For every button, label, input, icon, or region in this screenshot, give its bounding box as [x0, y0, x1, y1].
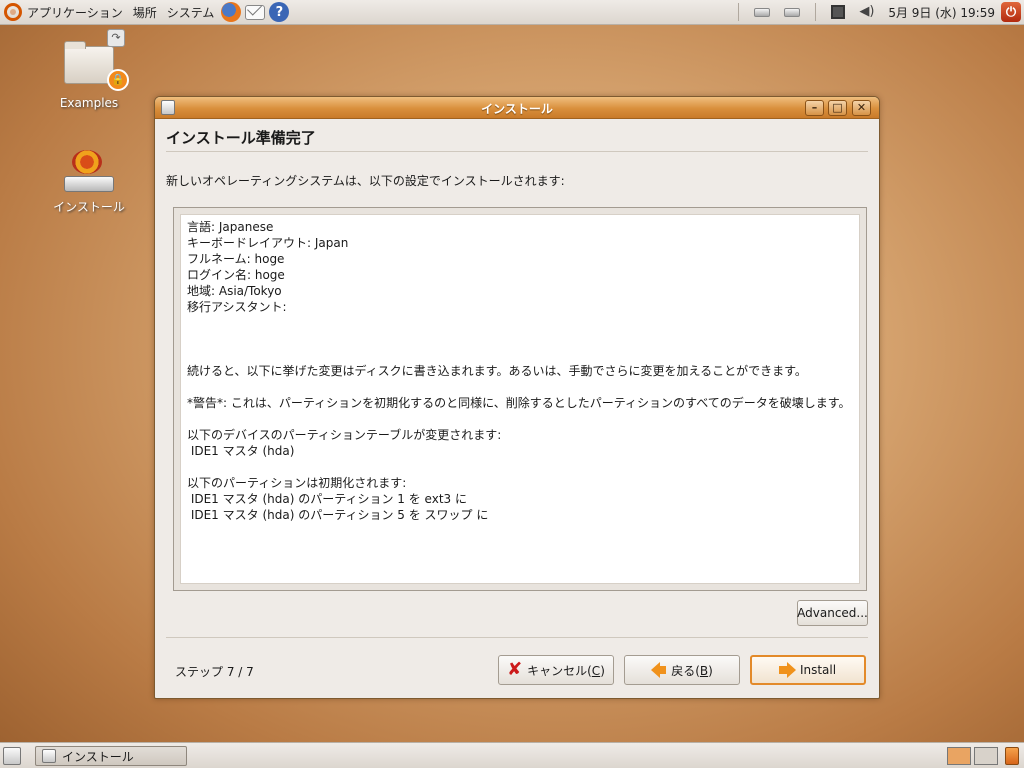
back-button[interactable]: 戻る(B)	[624, 655, 740, 685]
workspace-2[interactable]	[974, 747, 998, 765]
summary-line: ログイン名: hoge	[187, 268, 285, 282]
mail-icon[interactable]	[245, 4, 266, 20]
cancel-label: キャンセル(C)	[527, 663, 605, 678]
network-icon[interactable]	[831, 5, 846, 19]
page-heading: インストール準備完了	[166, 129, 316, 147]
summary-line: 以下のデバイスのパーティションテーブルが変更されます:	[187, 428, 502, 442]
summary-line	[187, 331, 853, 347]
window-titlebar[interactable]: インストール – □ ✕	[155, 97, 879, 119]
forward-arrow-icon	[778, 662, 796, 678]
link-arrow-icon: ↷	[107, 29, 125, 47]
divider	[166, 151, 868, 152]
installer-disc-graphic	[72, 150, 102, 174]
summary-line: 続けると、以下に挙げた変更はディスクに書き込まれます。あるいは、手動でさらに変更…	[187, 364, 807, 378]
workspace-1[interactable]	[947, 747, 971, 765]
minimize-button[interactable]: –	[805, 100, 824, 116]
top-panel: アプリケーション 場所 システム ? ◀) 5月 9日 (水) 19:59 ⏻	[0, 0, 1024, 25]
desktop-icon-label: インストール	[53, 200, 125, 214]
back-arrow-icon	[651, 662, 667, 678]
lock-icon: 🔒	[107, 69, 129, 91]
maximize-button[interactable]: □	[828, 100, 847, 116]
summary-line: フルネーム: hoge	[187, 252, 285, 266]
volume-icon[interactable]: ◀)	[859, 5, 875, 19]
firefox-icon[interactable]	[221, 2, 242, 22]
install-button[interactable]: Install	[750, 655, 866, 685]
installer-drive-graphic	[64, 176, 114, 192]
show-desktop-icon[interactable]	[3, 747, 21, 765]
summary-line: IDE1 マスタ (hda)	[187, 444, 295, 458]
installer-task-icon	[42, 749, 56, 763]
summary-line	[187, 347, 853, 363]
summary-line: IDE1 マスタ (hda) のパーティション 1 を ext3 に	[187, 492, 467, 506]
tray-separator	[738, 3, 740, 21]
summary-line	[187, 379, 853, 395]
menu-applications[interactable]: アプリケーション	[22, 0, 128, 25]
summary-line	[187, 411, 853, 427]
summary-frame: 言語: Japanese キーボードレイアウト: Japan フルネーム: hoge…	[173, 207, 867, 591]
cancel-button[interactable]: ✘ キャンセル(C)	[498, 655, 614, 685]
summary-line: *警告*: これは、パーティションを初期化するのと同様に、削除するとしたパーティ…	[187, 396, 851, 410]
summary-line: 以下のパーティションは初期化されます:	[187, 476, 407, 490]
cancel-icon: ✘	[507, 659, 523, 680]
step-indicator: ステップ 7 / 7	[175, 665, 254, 679]
system-tray: ◀) 5月 9日 (水) 19:59 ⏻	[730, 0, 1024, 25]
close-button[interactable]: ✕	[852, 100, 871, 116]
taskbar-item-installer[interactable]: インストール	[35, 746, 187, 766]
desktop-icon-installer[interactable]: インストール	[44, 150, 134, 215]
installer-icon	[64, 150, 114, 196]
bottom-panel: インストール	[0, 742, 1024, 768]
summary-line: 地域: Asia/Tokyo	[187, 284, 282, 298]
back-label: 戻る(B)	[671, 663, 713, 678]
advanced-button[interactable]: Advanced...	[797, 600, 868, 626]
trash-icon[interactable]	[1005, 747, 1019, 765]
install-label: Install	[799, 663, 837, 677]
taskbar-item-label: インストール	[62, 749, 134, 764]
window-title: インストール	[481, 102, 553, 116]
clock[interactable]: 5月 9日 (水) 19:59	[888, 4, 995, 21]
divider	[166, 637, 868, 638]
summary-line: IDE1 マスタ (hda) のパーティション 5 を スワップ に	[187, 508, 489, 522]
desktop-icon-label: Examples	[59, 96, 119, 110]
power-icon[interactable]: ⏻	[1001, 2, 1021, 22]
folder-icon: ↷ 🔒	[64, 29, 129, 91]
menu-places[interactable]: 場所	[128, 0, 162, 25]
help-icon[interactable]: ?	[269, 2, 290, 22]
desktop-icon-examples[interactable]: ↷ 🔒 Examples	[44, 29, 134, 110]
summary-text-area[interactable]: 言語: Japanese キーボードレイアウト: Japan フルネーム: hoge…	[180, 214, 860, 584]
summary-line: 言語: Japanese	[187, 220, 274, 234]
summary-line: キーボードレイアウト: Japan	[187, 236, 349, 250]
summary-line	[187, 315, 853, 331]
installer-window: インストール – □ ✕ インストール準備完了 新しいオペレーティングシステムは…	[154, 96, 880, 699]
drive-icon[interactable]	[784, 7, 801, 17]
menu-system[interactable]: システム	[162, 0, 220, 25]
summary-line	[187, 459, 853, 475]
intro-text: 新しいオペレーティングシステムは、以下の設定でインストールされます:	[166, 174, 565, 188]
summary-line: 移行アシスタント:	[187, 300, 287, 314]
ubuntu-logo-icon[interactable]	[4, 3, 22, 21]
drive-icon[interactable]	[754, 7, 771, 17]
tray-separator	[815, 3, 817, 21]
